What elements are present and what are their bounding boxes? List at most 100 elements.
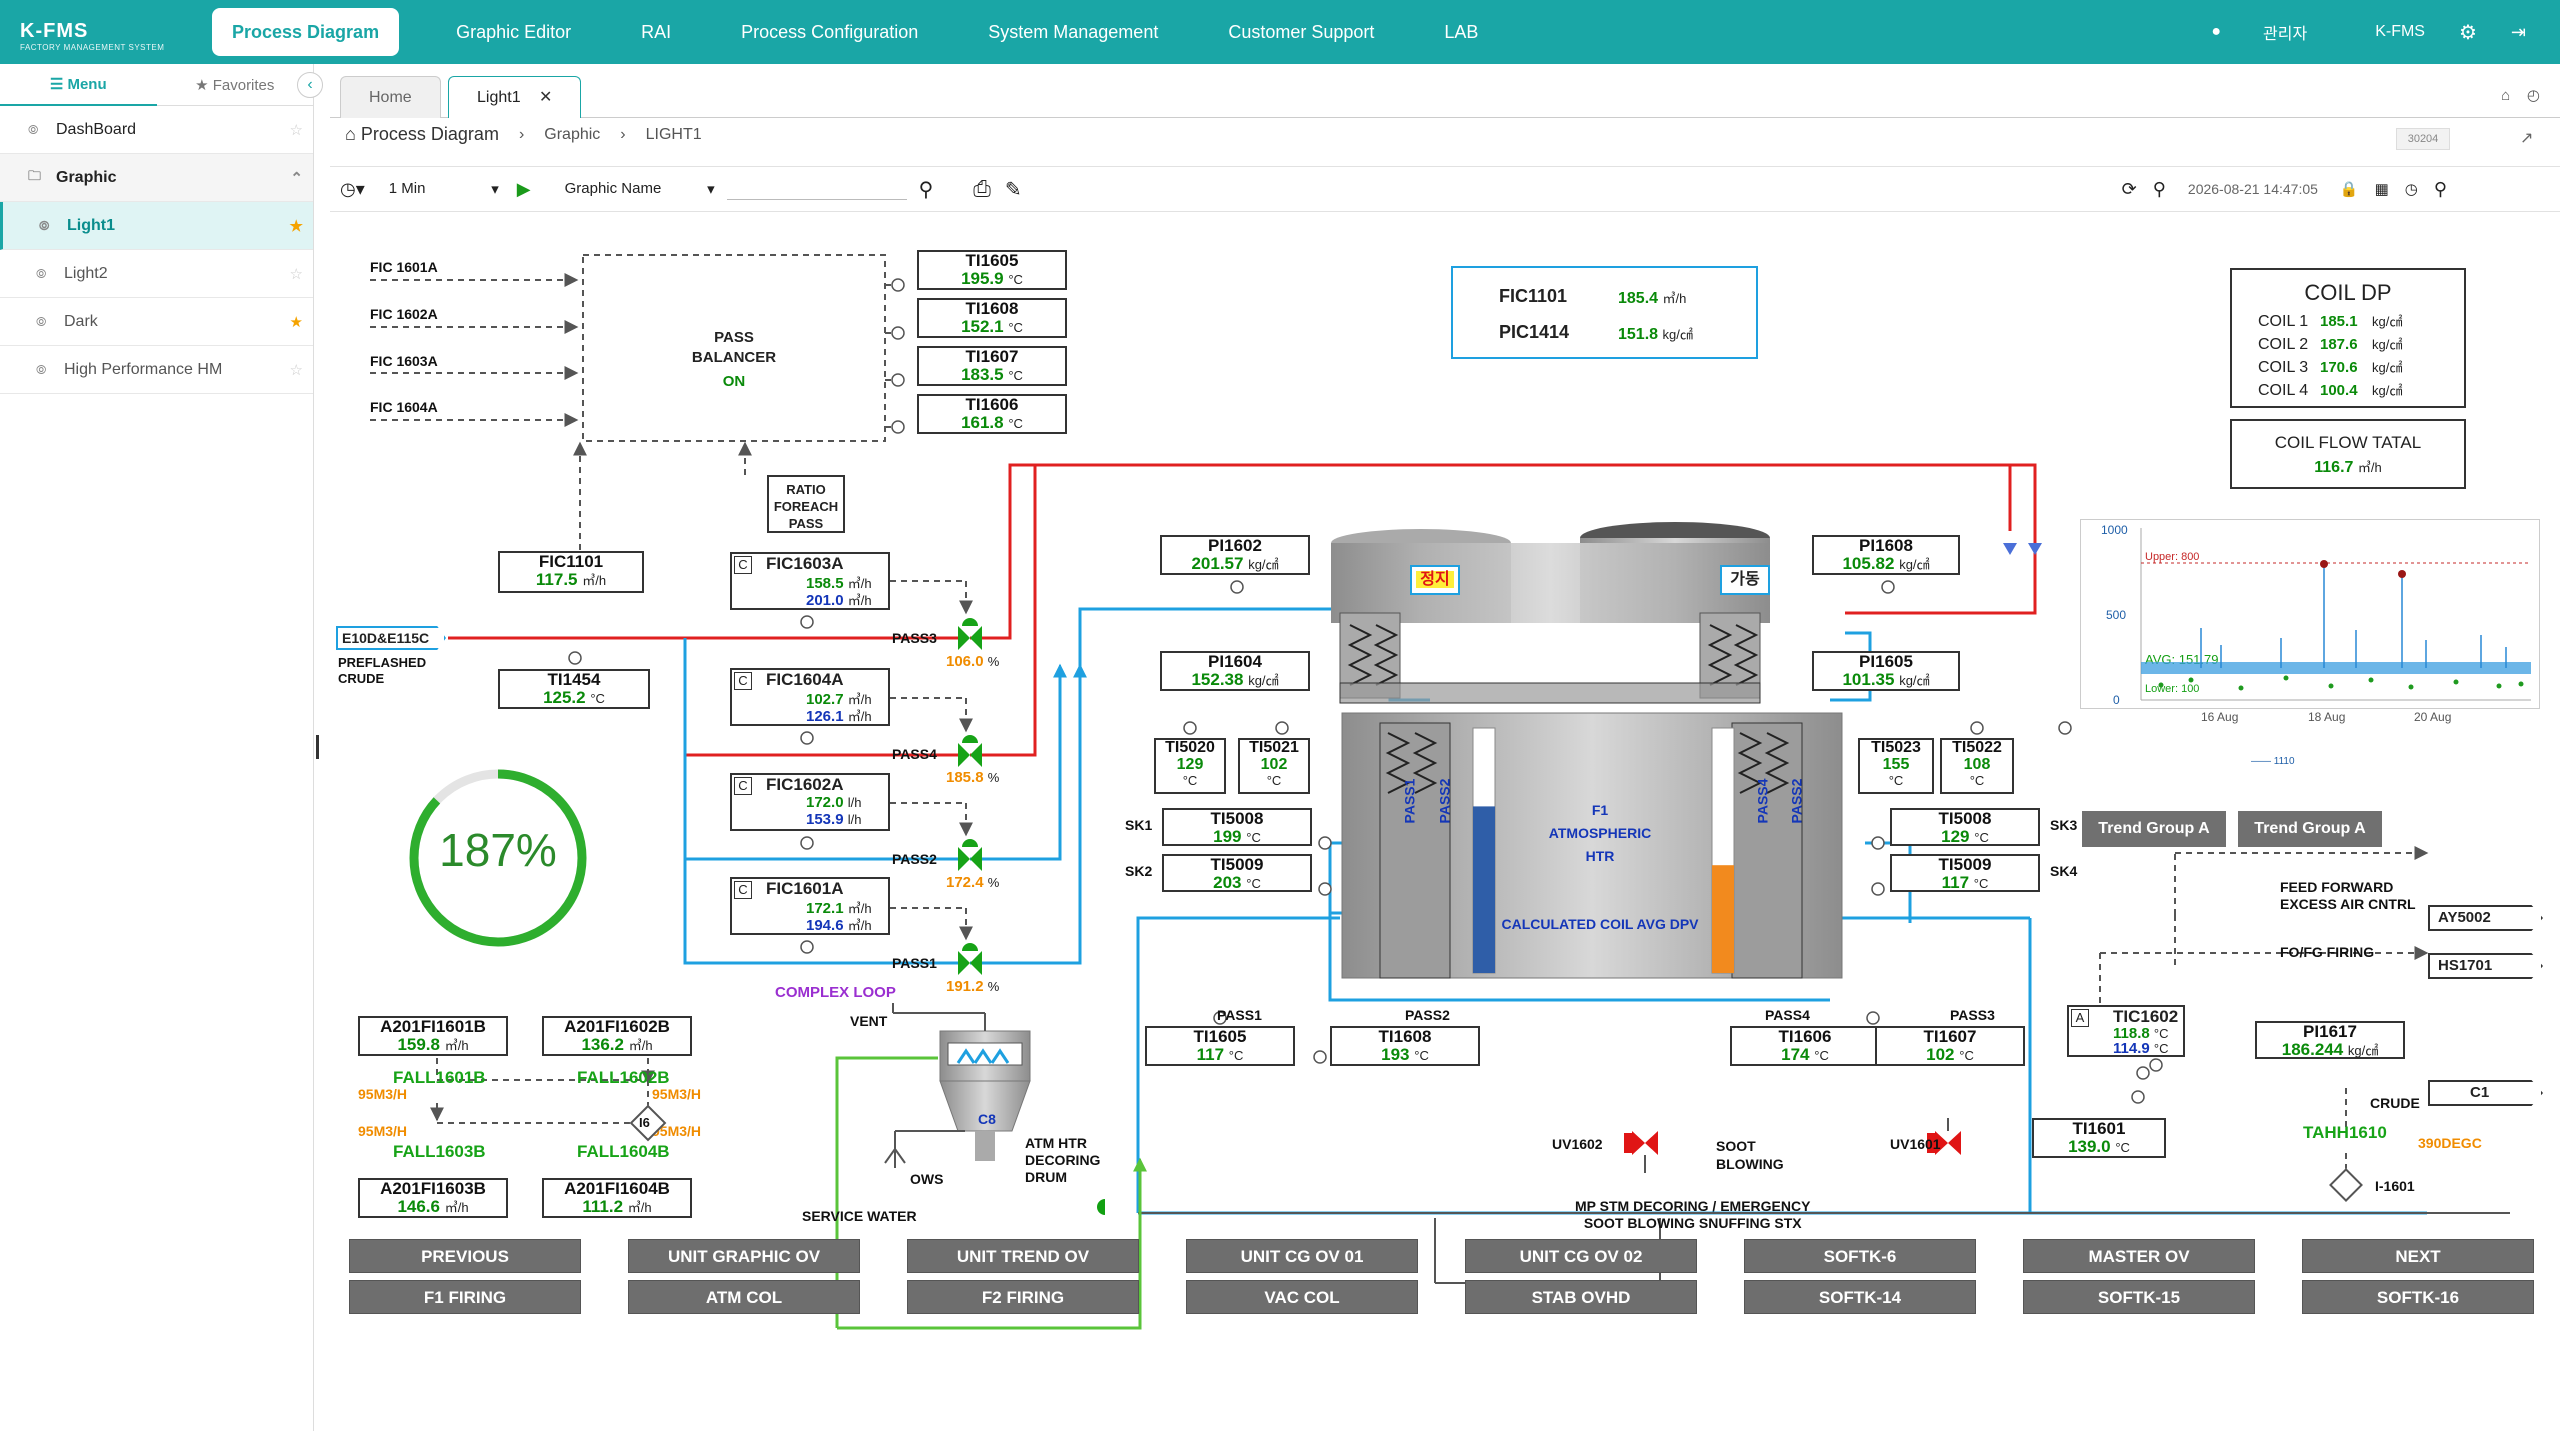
nav-button[interactable]: SOFTK-16 bbox=[2302, 1280, 2534, 1314]
close-tab-icon[interactable]: ✕ bbox=[539, 89, 552, 106]
settings-gear-icon[interactable]: ⚙ bbox=[2459, 20, 2477, 45]
sidebar-item-light1[interactable]: ⦾ Light1 ★ bbox=[0, 202, 313, 250]
timestamp-display[interactable]: 2026-08-21 14:47:05 bbox=[2188, 181, 2318, 197]
chevron-up-icon[interactable]: ⌃ bbox=[290, 169, 303, 187]
ti5022-box[interactable]: TI5022 108 °C bbox=[1940, 738, 2014, 794]
pi1605-pressure-box[interactable]: PI1605 101.35 kg/㎠ bbox=[1812, 651, 1960, 691]
flow-indicator-box[interactable]: A201FI1603B 146.6 ㎥/h bbox=[358, 1178, 508, 1218]
ti1601-temperature-box[interactable]: TI1601 139.0 °C bbox=[2032, 1118, 2166, 1158]
coil-flow-total-box[interactable]: COIL FLOW TATAL 116.7 ㎥/h bbox=[2230, 419, 2466, 489]
c8-drum-tag[interactable]: C8 bbox=[978, 1111, 996, 1127]
ratio-foreach-pass-box[interactable]: RATIO FOREACH PASS bbox=[767, 475, 845, 533]
graphic-search-input[interactable] bbox=[726, 178, 907, 200]
ti5023-box[interactable]: TI5023 155 °C bbox=[1858, 738, 1934, 794]
pin-icon[interactable]: ◴ bbox=[2527, 87, 2540, 104]
ti5020-box[interactable]: TI5020 129 °C bbox=[1154, 738, 1226, 794]
coil-dp-box[interactable]: COIL DP COIL 1 185.1 kg/㎠ COIL 2 187.6 kg/㎠ CO… bbox=[2230, 268, 2466, 408]
trend-group-a-button[interactable]: Trend Group A bbox=[2082, 811, 2226, 847]
sidebar-item-dashboard[interactable]: ⦾ DashBoard ☆ bbox=[0, 106, 313, 154]
sk2-ti5009-box[interactable]: TI5009 203 °C bbox=[1162, 854, 1312, 892]
user-menu[interactable]: ● 관리자 bbox=[2211, 20, 2341, 44]
calendar-icon[interactable]: ▦ bbox=[2375, 180, 2389, 198]
tab-light1[interactable]: Light1 ✕ bbox=[448, 76, 582, 118]
pi1608-pressure-box[interactable]: PI1608 105.82 kg/㎠ bbox=[1812, 535, 1960, 575]
heater-stop-status[interactable]: 정지 bbox=[1410, 565, 1460, 595]
sk1-ti5008-box[interactable]: TI5008 199 °C bbox=[1162, 808, 1312, 846]
fic-pass-box[interactable]: C FIC1601A 172.1 ㎥/h 194.6 ㎥/h bbox=[730, 877, 890, 935]
nav-button[interactable]: PREVIOUS bbox=[349, 1239, 581, 1273]
pi1604-pressure-box[interactable]: PI1604 152.38 kg/㎠ bbox=[1160, 651, 1310, 691]
hs1701-tag[interactable]: HS1701 bbox=[2428, 953, 2543, 979]
tic1602-box[interactable]: A TIC1602 118.8 °C 114.9 °C bbox=[2067, 1005, 2185, 1057]
sk3-ti5008-box[interactable]: TI5008 129 °C bbox=[1890, 808, 2040, 846]
breadcrumb-mid[interactable]: Graphic bbox=[544, 126, 600, 144]
sidebar-item-light2[interactable]: ⦾ Light2 ☆ bbox=[0, 250, 313, 298]
nav-button[interactable]: SOFTK-15 bbox=[2023, 1280, 2255, 1314]
magnifier-icon[interactable]: ⚲ bbox=[2434, 179, 2447, 200]
favorite-star-icon[interactable]: ★ bbox=[290, 217, 303, 235]
history-icon[interactable]: ◷▾ bbox=[340, 179, 365, 200]
nav-button[interactable]: UNIT GRAPHIC OV bbox=[628, 1239, 860, 1273]
favorite-star-icon[interactable]: ☆ bbox=[290, 265, 303, 283]
ay5002-tag[interactable]: AY5002 bbox=[2428, 905, 2543, 931]
flow-indicator-box[interactable]: A201FI1604B 111.2 ㎥/h bbox=[542, 1178, 692, 1218]
fic1101-flow-box[interactable]: FIC1101 117.5 ㎥/h bbox=[498, 551, 644, 593]
ti-top-box[interactable]: TI1605 195.9 °C bbox=[917, 250, 1067, 290]
search-icon[interactable]: ⚲ bbox=[919, 177, 934, 202]
nav-button[interactable]: SOFTK-14 bbox=[1744, 1280, 1976, 1314]
nav-button[interactable]: ATM COL bbox=[628, 1280, 860, 1314]
menu-lab[interactable]: LAB bbox=[1409, 8, 1513, 56]
site-name[interactable]: K-FMS bbox=[2375, 23, 2425, 41]
sidebar-item-high-performance-hm[interactable]: ⦾ High Performance HM ☆ bbox=[0, 346, 313, 394]
refresh-icon[interactable]: ⟳ bbox=[2122, 179, 2137, 200]
favorite-star-icon[interactable]: ☆ bbox=[290, 361, 303, 379]
menu-rai[interactable]: RAI bbox=[606, 8, 706, 56]
graphic-name-select[interactable]: Graphic Name ▾ bbox=[565, 180, 715, 198]
edit-pencil-icon[interactable]: ✎ bbox=[1005, 177, 1022, 202]
breadcrumb-root[interactable]: ⌂ Process Diagram bbox=[345, 124, 499, 145]
menu-graphic-editor[interactable]: Graphic Editor bbox=[421, 8, 606, 56]
menu-process-diagram[interactable]: Process Diagram bbox=[212, 8, 400, 56]
fic-summary-box[interactable]: FIC1101 185.4 ㎥/h PIC1414 151.8 kg/㎠ bbox=[1451, 266, 1758, 359]
nav-button[interactable]: UNIT CG OV 02 bbox=[1465, 1239, 1697, 1273]
nav-button[interactable]: STAB OVHD bbox=[1465, 1280, 1697, 1314]
interval-select[interactable]: 1 Min ▾ bbox=[389, 180, 499, 198]
ti-bottom-box[interactable]: TI1605 117 °C bbox=[1145, 1026, 1295, 1066]
menu-customer-support[interactable]: Customer Support bbox=[1193, 8, 1409, 56]
play-icon[interactable]: ▶ bbox=[517, 179, 531, 200]
sk4-ti5009-box[interactable]: TI5009 117 °C bbox=[1890, 854, 2040, 892]
feed-tag-e10d[interactable]: E10D&E115C bbox=[336, 626, 446, 650]
sidebar-group-graphic[interactable]: 🗀 Graphic ⌃ bbox=[0, 154, 313, 202]
nav-button[interactable]: F2 FIRING bbox=[907, 1280, 1139, 1314]
resize-handle[interactable] bbox=[316, 735, 319, 759]
nav-button[interactable]: VAC COL bbox=[1186, 1280, 1418, 1314]
favorite-star-icon[interactable]: ☆ bbox=[290, 121, 303, 139]
ti-top-box[interactable]: TI1607 183.5 °C bbox=[917, 346, 1067, 386]
fic-pass-box[interactable]: C FIC1604A 102.7 ㎥/h 126.1 ㎥/h bbox=[730, 668, 890, 726]
flow-indicator-box[interactable]: A201FI1602B 136.2 ㎥/h bbox=[542, 1016, 692, 1056]
ti-bottom-box[interactable]: TI1606 174 °C bbox=[1730, 1026, 1880, 1066]
nav-button[interactable]: SOFTK-6 bbox=[1744, 1239, 1976, 1273]
fic-pass-box[interactable]: C FIC1603A 158.5 ㎥/h 201.0 ㎥/h bbox=[730, 552, 890, 610]
favorite-star-icon[interactable]: ★ bbox=[290, 313, 303, 331]
ti5021-box[interactable]: TI5021 102 °C bbox=[1238, 738, 1310, 794]
sidebar-tab-menu[interactable]: ☰ Menu bbox=[0, 64, 157, 106]
sidebar-item-dark[interactable]: ⦾ Dark ★ bbox=[0, 298, 313, 346]
ti-top-box[interactable]: TI1608 152.1 °C bbox=[917, 298, 1067, 338]
pi1617-pressure-box[interactable]: PI1617 186.244 kg/㎠ bbox=[2255, 1021, 2405, 1059]
tab-home[interactable]: Home bbox=[340, 76, 441, 118]
nav-button[interactable]: UNIT TREND OV bbox=[907, 1239, 1139, 1273]
lock-icon[interactable]: 🔒 bbox=[2340, 180, 2359, 198]
heater-run-status[interactable]: 가동 bbox=[1720, 565, 1770, 595]
trend-group-a-button-2[interactable]: Trend Group A bbox=[2238, 811, 2382, 847]
trend-chart[interactable]: 1000 500 0 Upper: 800 AVG: 151.79 Lower:… bbox=[2080, 519, 2540, 767]
ti1454-temperature-box[interactable]: TI1454 125.2 °C bbox=[498, 669, 650, 709]
sidebar-collapse-button[interactable]: ‹ bbox=[297, 72, 323, 98]
c1-tag[interactable]: C1 bbox=[2428, 1080, 2543, 1106]
menu-system-management[interactable]: System Management bbox=[953, 8, 1193, 56]
nav-button[interactable]: MASTER OV bbox=[2023, 1239, 2255, 1273]
nav-button[interactable]: NEXT bbox=[2302, 1239, 2534, 1273]
app-logo[interactable]: K-FMS FACTORY MANAGEMENT SYSTEM bbox=[20, 20, 164, 52]
ti-bottom-box[interactable]: TI1607 102 °C bbox=[1875, 1026, 2025, 1066]
flow-indicator-box[interactable]: A201FI1601B 159.8 ㎥/h bbox=[358, 1016, 508, 1056]
